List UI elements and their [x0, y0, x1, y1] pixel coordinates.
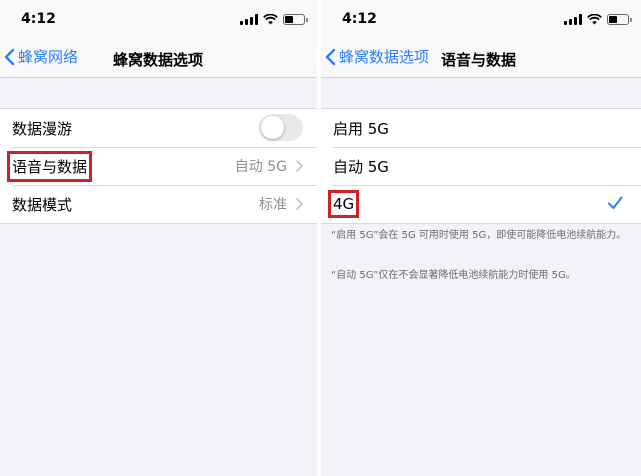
status-icons — [564, 14, 632, 25]
back-button[interactable]: 蜂窝网络 — [4, 46, 78, 67]
data-roaming-toggle[interactable] — [259, 114, 303, 141]
page-title: 语音与数据 — [441, 51, 517, 69]
footer-note-5g-on: “启用 5G”会在 5G 可用时使用 5G，即使可能降低电池续航能力。 — [331, 230, 627, 241]
voice-and-data-label: 语音与数据 — [6, 150, 93, 182]
option-4g[interactable]: 4G — [321, 185, 641, 223]
status-time: 4:12 — [342, 11, 377, 27]
option-5g-on[interactable]: 启用 5G — [321, 109, 641, 147]
footer-note-5g-auto: “自动 5G”仅在不会显著降低电池续航能力时使用 5G。 — [331, 270, 576, 281]
wifi-icon — [587, 14, 602, 25]
signal-icon — [240, 14, 258, 25]
back-button-label: 蜂窝网络 — [18, 48, 79, 66]
data-mode-label: 数据模式 — [12, 195, 73, 214]
checkmark-icon — [608, 196, 623, 209]
navigation-bar: 蜂窝网络 蜂窝数据选项 — [0, 40, 317, 78]
navigation-bar: 蜂窝数据选项 语音与数据 — [321, 40, 641, 78]
battery-icon — [283, 14, 308, 25]
settings-list: 数据漫游 语音与数据 自动 5G 数据模式 标准 — [0, 108, 317, 224]
back-button-label: 蜂窝数据选项 — [339, 48, 430, 66]
data-mode-value: 标准 — [259, 197, 287, 213]
voice-and-data-screen: 4:12 蜂窝数据选项 语音与数据 启用 5G 自动 5G 4G “启用 5G”… — [321, 0, 641, 476]
data-roaming-label: 数据漫游 — [12, 119, 73, 138]
chevron-right-icon — [296, 160, 303, 172]
data-roaming-row: 数据漫游 — [0, 109, 317, 147]
network-options-list: 启用 5G 自动 5G 4G — [321, 108, 641, 224]
chevron-right-icon — [296, 198, 303, 210]
cellular-data-options-screen: 4:12 蜂窝网络 蜂窝数据选项 数据漫游 语音与数据 自动 5G 数据模式 标… — [0, 0, 317, 476]
battery-icon — [607, 14, 632, 25]
option-5g-auto[interactable]: 自动 5G — [321, 147, 641, 185]
page-title: 蜂窝数据选项 — [113, 51, 204, 69]
option-5g-auto-label: 自动 5G — [333, 157, 389, 176]
wifi-icon — [263, 14, 278, 25]
voice-and-data-value: 自动 5G — [234, 159, 287, 175]
option-5g-on-label: 启用 5G — [333, 119, 389, 138]
status-bar: 4:12 — [0, 0, 317, 40]
voice-and-data-row[interactable]: 语音与数据 自动 5G — [0, 147, 317, 185]
data-mode-row[interactable]: 数据模式 标准 — [0, 185, 317, 223]
chevron-left-icon — [4, 48, 15, 65]
status-icons — [240, 14, 308, 25]
option-4g-label: 4G — [327, 190, 360, 218]
signal-icon — [564, 14, 582, 25]
status-bar: 4:12 — [321, 0, 641, 40]
status-time: 4:12 — [21, 11, 56, 27]
chevron-left-icon — [325, 48, 336, 65]
back-button[interactable]: 蜂窝数据选项 — [325, 46, 429, 67]
